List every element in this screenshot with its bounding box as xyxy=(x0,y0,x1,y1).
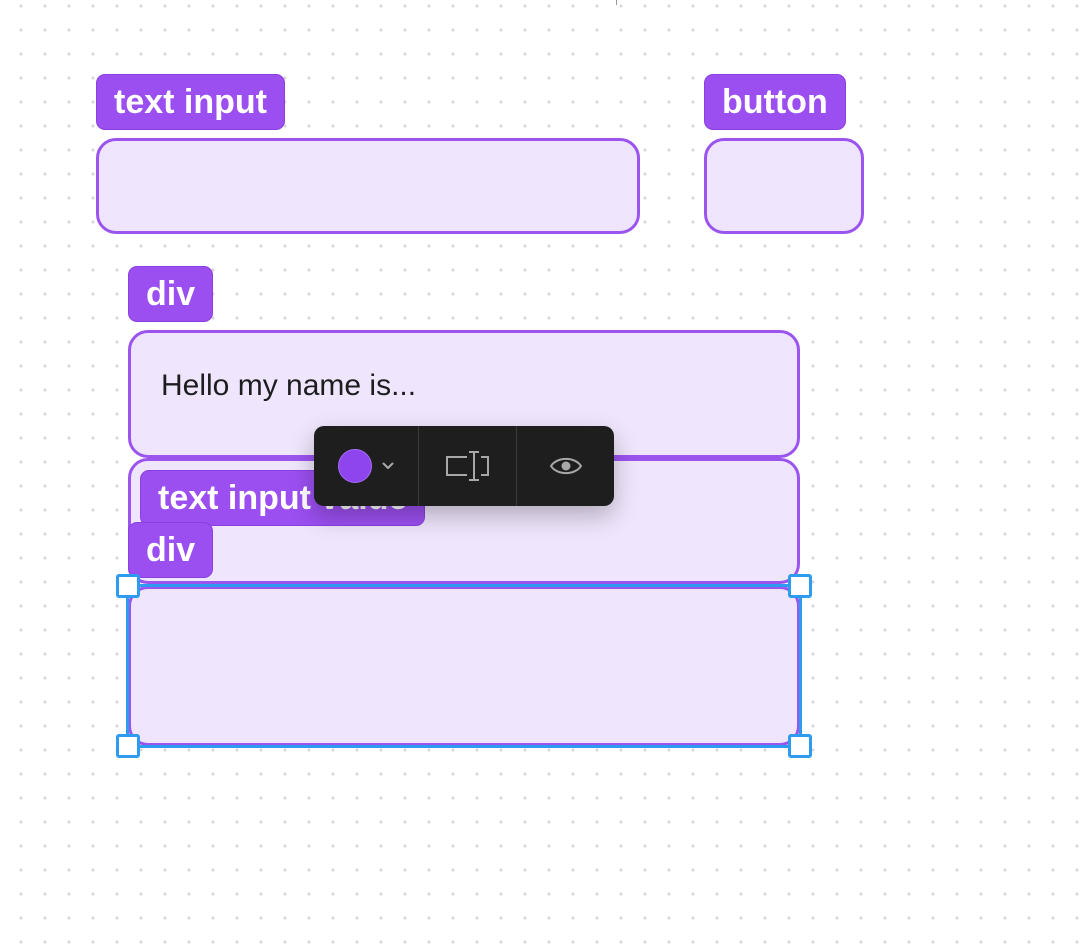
text-input-tag[interactable]: text input xyxy=(96,74,285,130)
floating-toolbar xyxy=(314,426,614,506)
div-1-text: Hello my name is... xyxy=(161,369,417,402)
div-tag-2[interactable]: div xyxy=(128,522,214,578)
resize-button[interactable] xyxy=(419,426,516,506)
visibility-button[interactable] xyxy=(517,426,614,506)
resize-handle-bottom-right[interactable] xyxy=(788,734,812,758)
text-resize-icon xyxy=(445,451,489,481)
color-swatch-icon xyxy=(338,449,372,483)
button-box[interactable] xyxy=(704,138,864,234)
selection-outline xyxy=(126,584,802,748)
chevron-down-icon xyxy=(382,462,394,469)
canvas-edge-marker xyxy=(616,0,617,5)
text-input-box[interactable] xyxy=(96,138,640,234)
resize-handle-top-right[interactable] xyxy=(788,574,812,598)
resize-handle-bottom-left[interactable] xyxy=(116,734,140,758)
eye-icon xyxy=(549,457,582,475)
div-tag-1[interactable]: div xyxy=(128,266,214,322)
button-tag[interactable]: button xyxy=(704,74,846,130)
color-picker-button[interactable] xyxy=(314,426,418,506)
resize-handle-top-left[interactable] xyxy=(116,574,140,598)
